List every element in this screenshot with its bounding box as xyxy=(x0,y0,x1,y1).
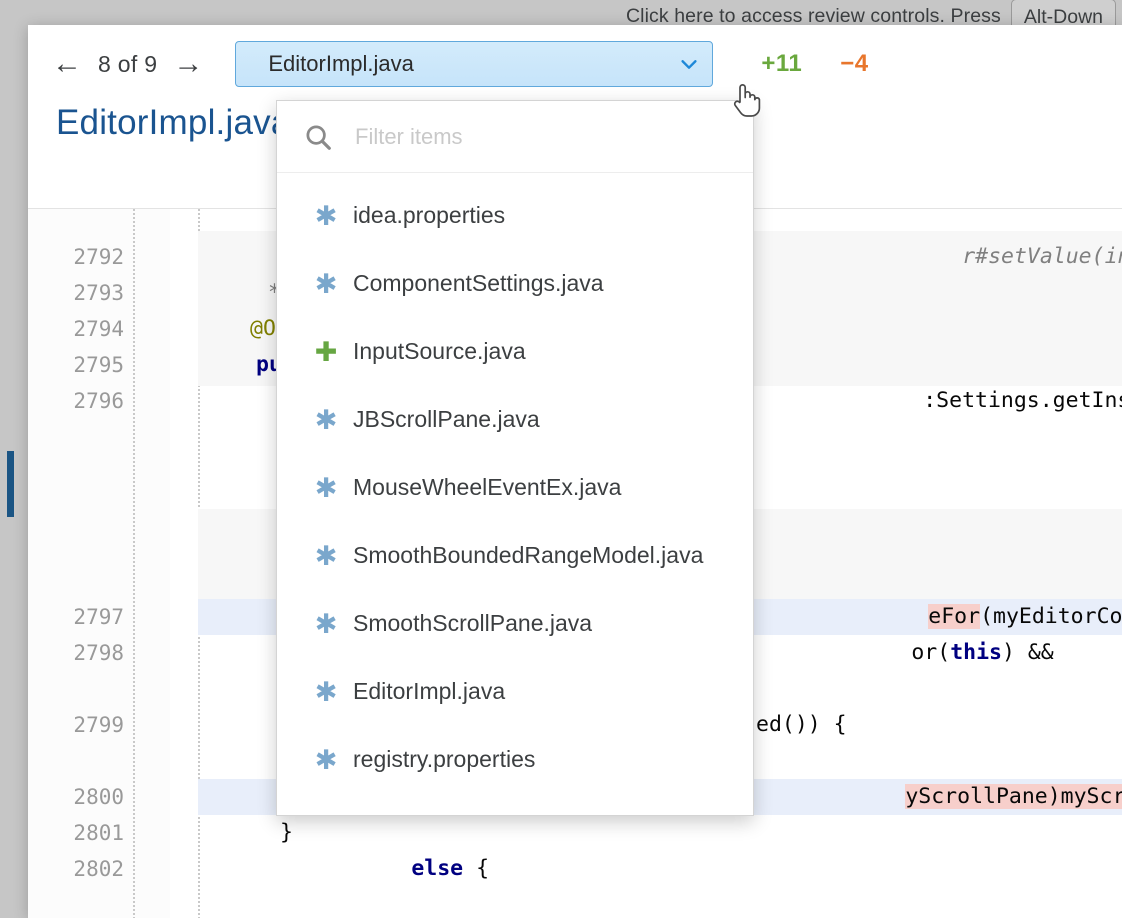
file-select-dropdown-button[interactable]: EditorImpl.java xyxy=(235,41,713,87)
list-item-label: MouseWheelEventEx.java xyxy=(353,474,621,501)
list-item-label: SmoothBoundedRangeModel.java xyxy=(353,542,703,569)
added-status-icon: ✚ xyxy=(313,339,339,366)
list-item-label: SmoothScrollPane.java xyxy=(353,610,592,637)
list-item[interactable]: ✚ InputSource.java xyxy=(277,317,753,385)
line-number: 2792 xyxy=(28,245,124,269)
list-item[interactable]: ✱ registry.properties xyxy=(277,725,753,793)
filter-input[interactable] xyxy=(355,124,715,150)
page-title: EditorImpl.java xyxy=(56,103,290,143)
list-item-label: EditorImpl.java xyxy=(353,678,505,705)
list-item-label: InputSource.java xyxy=(353,338,526,365)
modified-status-icon: ✱ xyxy=(313,271,339,298)
list-item-label: registry.properties xyxy=(353,746,535,773)
list-item[interactable]: ✱ SmoothBoundedRangeModel.java xyxy=(277,521,753,589)
diff-stats: +11 −4 xyxy=(761,50,868,78)
list-item-label: ComponentSettings.java xyxy=(353,270,604,297)
diff-toolbar: ← 8 of 9 → EditorImpl.java +11 −4 xyxy=(28,25,1122,103)
list-item[interactable]: ✱ SmoothScrollPane.java xyxy=(277,589,753,657)
list-item-label: idea.properties xyxy=(353,202,505,229)
list-item[interactable]: ✱ MouseWheelEventEx.java xyxy=(277,453,753,521)
screen-root: Click here to access review controls. Pr… xyxy=(0,0,1122,918)
filter-row xyxy=(277,101,753,173)
next-file-button[interactable]: → xyxy=(171,49,205,79)
file-list: ✱ idea.properties ✱ ComponentSettings.ja… xyxy=(277,173,753,793)
line-number: 2795 xyxy=(28,353,124,377)
additions-count: +11 xyxy=(761,50,802,78)
file-select-label: EditorImpl.java xyxy=(268,51,678,77)
modified-status-icon: ✱ xyxy=(313,679,339,706)
modified-status-icon: ✱ xyxy=(313,611,339,638)
line-number: 2798 xyxy=(28,641,124,665)
list-item-label: JBScrollPane.java xyxy=(353,406,540,433)
code-line: 2802 else { xyxy=(28,851,1122,887)
line-code: or(this) && xyxy=(756,599,1054,707)
line-number: 2793 xyxy=(28,281,124,305)
chevron-down-icon xyxy=(678,53,700,75)
line-code: ed()) { xyxy=(756,707,847,743)
list-item[interactable]: ✱ idea.properties xyxy=(277,181,753,249)
line-number: 2797 xyxy=(28,605,124,629)
file-counter: 8 of 9 xyxy=(98,51,157,78)
mouse-cursor-pointing-hand-icon xyxy=(731,82,761,125)
line-number: 2801 xyxy=(28,821,124,845)
list-item[interactable]: ✱ EditorImpl.java xyxy=(277,657,753,725)
file-list-dropdown: ✱ idea.properties ✱ ComponentSettings.ja… xyxy=(276,100,754,816)
line-number: 2800 xyxy=(28,785,124,809)
search-icon xyxy=(303,122,333,152)
previous-file-button[interactable]: ← xyxy=(50,49,84,79)
modified-status-icon: ✱ xyxy=(313,747,339,774)
modified-status-icon: ✱ xyxy=(313,475,339,502)
modified-status-icon: ✱ xyxy=(313,543,339,570)
change-marker[interactable] xyxy=(7,451,14,517)
change-marker-strip xyxy=(0,33,28,918)
line-number: 2802 xyxy=(28,857,124,881)
line-number: 2794 xyxy=(28,317,124,341)
line-number: 2796 xyxy=(28,389,124,413)
modified-status-icon: ✱ xyxy=(313,203,339,230)
line-number: 2799 xyxy=(28,713,124,737)
modified-status-icon: ✱ xyxy=(313,407,339,434)
line-code: else { xyxy=(256,815,489,918)
list-item[interactable]: ✱ ComponentSettings.java xyxy=(277,249,753,317)
deletions-count: −4 xyxy=(840,50,868,78)
list-item[interactable]: ✱ JBScrollPane.java xyxy=(277,385,753,453)
code-line: 2801 } xyxy=(28,815,1122,851)
